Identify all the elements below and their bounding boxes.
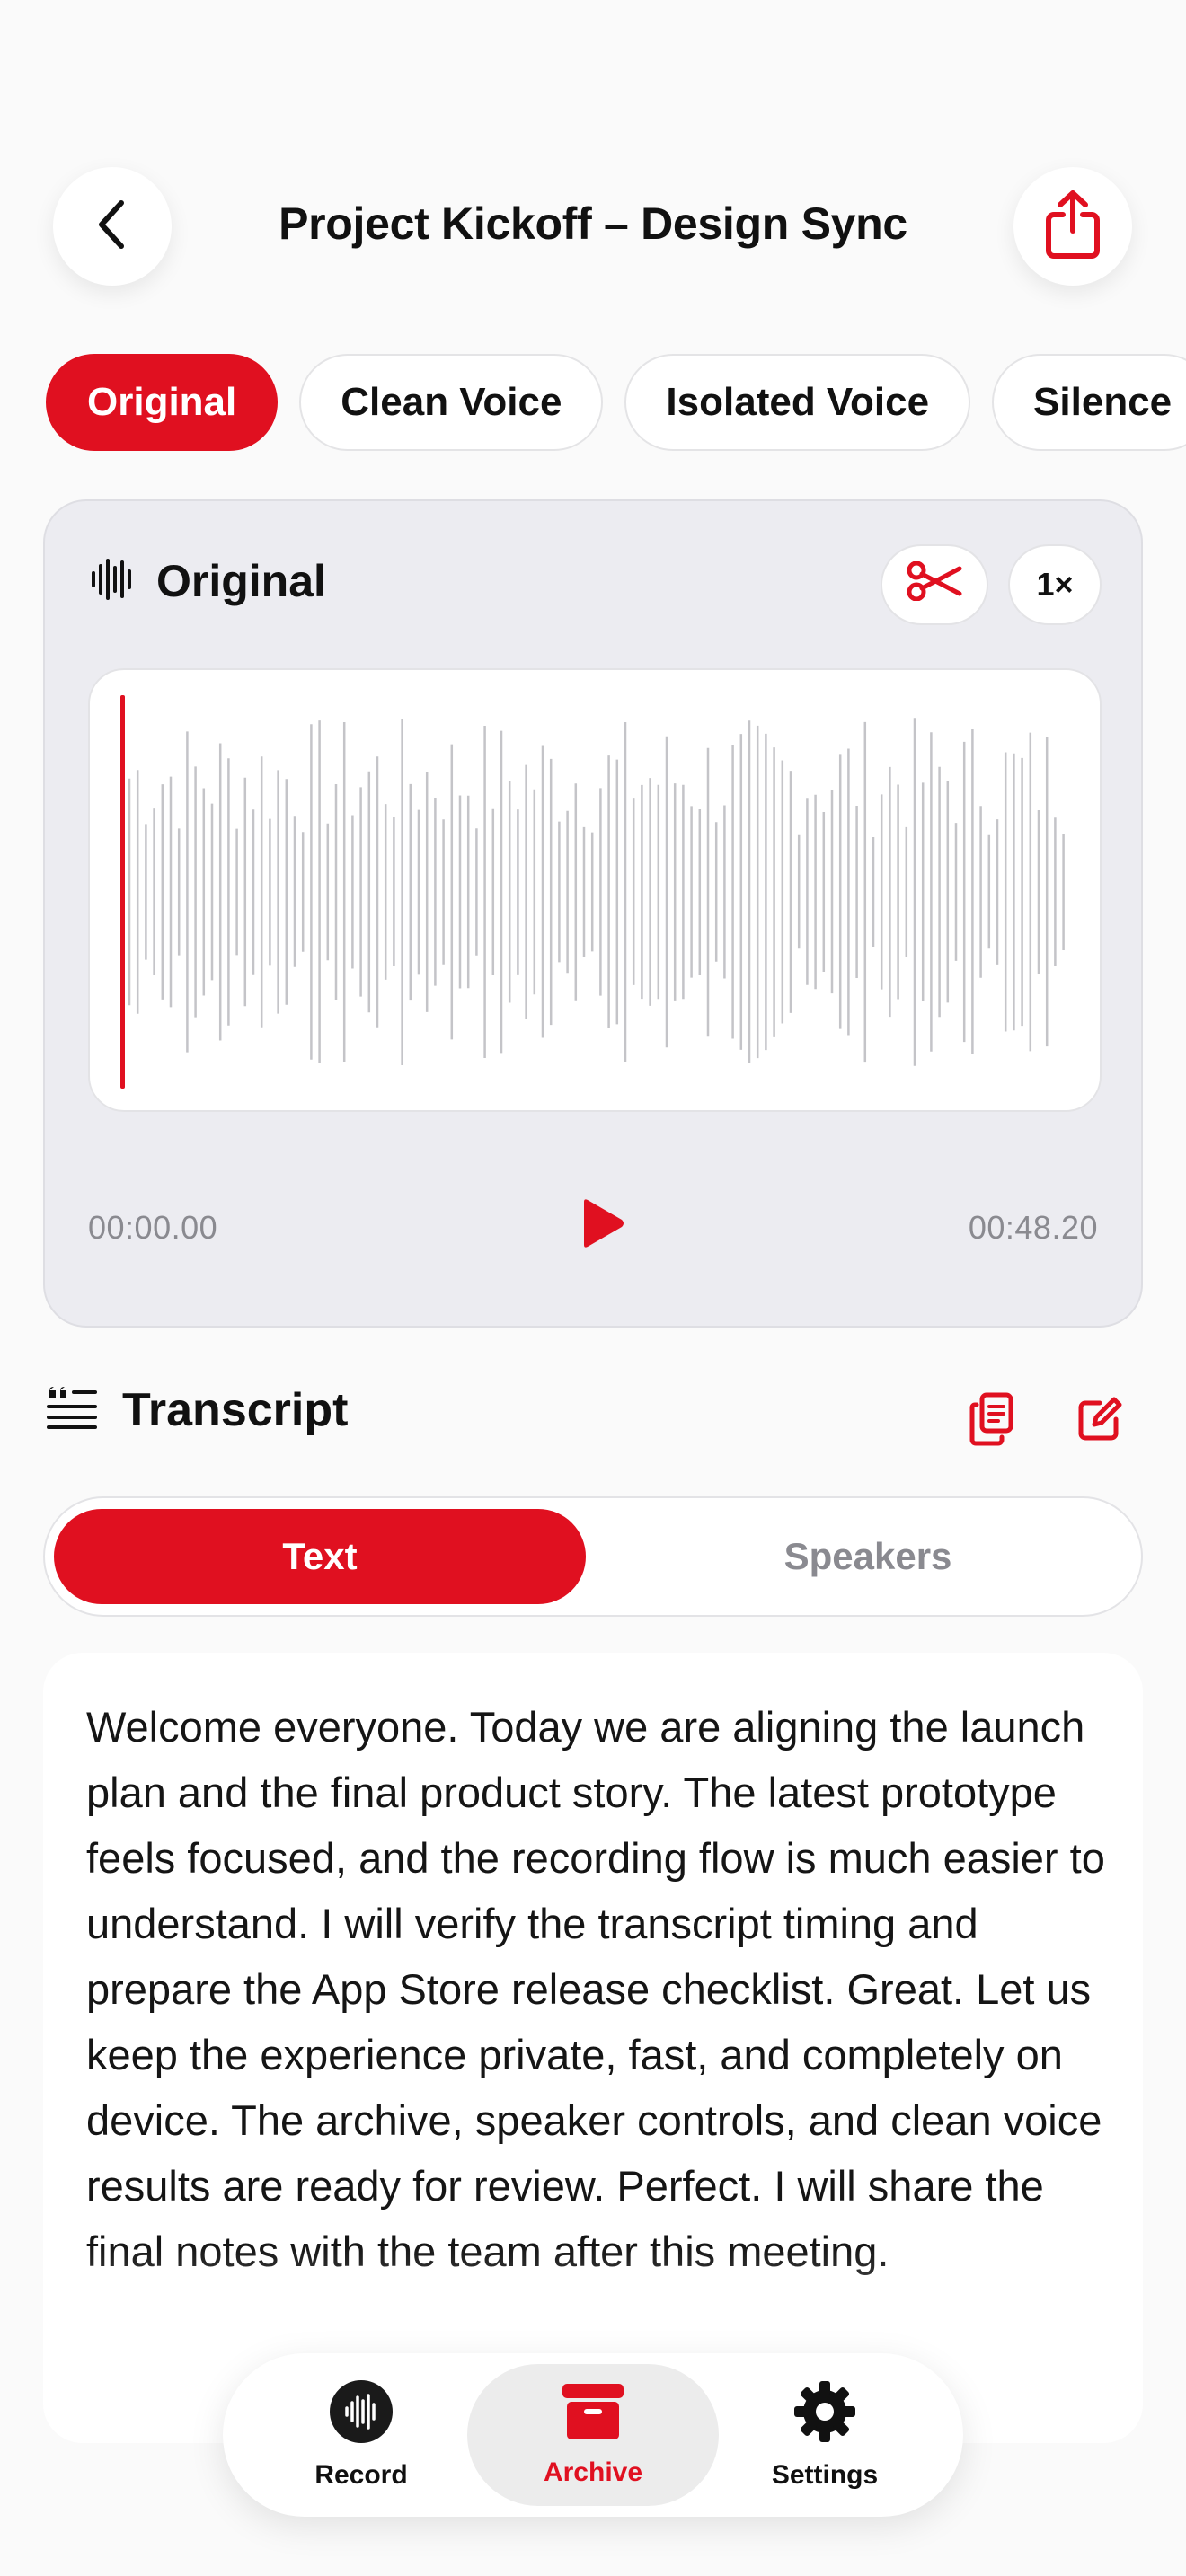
audio-player-card: Original 1× 00:00.00 00:48.20 <box>43 499 1143 1328</box>
play-button[interactable] <box>566 1189 638 1261</box>
nav-archive[interactable]: Archive <box>467 2364 719 2506</box>
trim-button[interactable] <box>881 544 988 625</box>
nav-settings-label: Settings <box>771 2460 879 2490</box>
transcript-title: Transcript <box>122 1384 349 1436</box>
copy-transcript-button[interactable] <box>960 1389 1024 1453</box>
playhead[interactable] <box>120 695 125 1089</box>
tab-original[interactable]: Original <box>46 354 279 451</box>
transcript-text[interactable]: Welcome everyone. Today we are aligning … <box>86 1694 1111 2284</box>
tab-silence[interactable]: Silence <box>992 354 1186 451</box>
tab-isolated-voice[interactable]: Isolated Voice <box>624 354 971 451</box>
page-title: Project Kickoff – Design Sync <box>279 198 907 249</box>
share-icon <box>1043 190 1102 264</box>
transcript-view-toggle: Text Speakers <box>43 1496 1143 1617</box>
archive-box-icon <box>561 2382 625 2448</box>
processing-tabs: Original Clean Voice Isolated Voice Sile… <box>0 354 1186 454</box>
transcript-card: Welcome everyone. Today we are aligning … <box>43 1653 1143 2443</box>
waveform[interactable] <box>88 668 1102 1112</box>
total-duration: 00:48.20 <box>968 1209 1098 1246</box>
share-button[interactable] <box>1013 167 1132 286</box>
gear-icon <box>792 2379 857 2451</box>
back-button[interactable] <box>53 167 172 286</box>
edit-icon <box>1076 1396 1123 1447</box>
segment-speakers[interactable]: Speakers <box>602 1509 1134 1604</box>
nav-archive-label: Archive <box>543 2457 643 2487</box>
nav-record[interactable]: Record <box>235 2364 487 2506</box>
edit-transcript-button[interactable] <box>1067 1389 1132 1453</box>
playback-speed-button[interactable]: 1× <box>1008 544 1102 625</box>
play-icon <box>577 1196 627 1255</box>
segment-text[interactable]: Text <box>54 1509 586 1604</box>
bottom-navigation: Record Archive Settings <box>223 2353 963 2517</box>
nav-settings[interactable]: Settings <box>699 2364 951 2506</box>
waveform-bars <box>120 695 1065 1089</box>
nav-record-label: Record <box>314 2460 408 2490</box>
copy-icon <box>969 1392 1014 1451</box>
record-icon <box>329 2379 394 2451</box>
waveform-icon <box>90 557 135 606</box>
scissors-icon <box>906 560 963 609</box>
current-time: 00:00.00 <box>88 1209 218 1246</box>
player-title: Original <box>156 556 326 606</box>
transcript-quote-icon <box>47 1386 97 1434</box>
chevron-left-icon <box>91 198 134 256</box>
tab-clean-voice[interactable]: Clean Voice <box>299 354 604 451</box>
